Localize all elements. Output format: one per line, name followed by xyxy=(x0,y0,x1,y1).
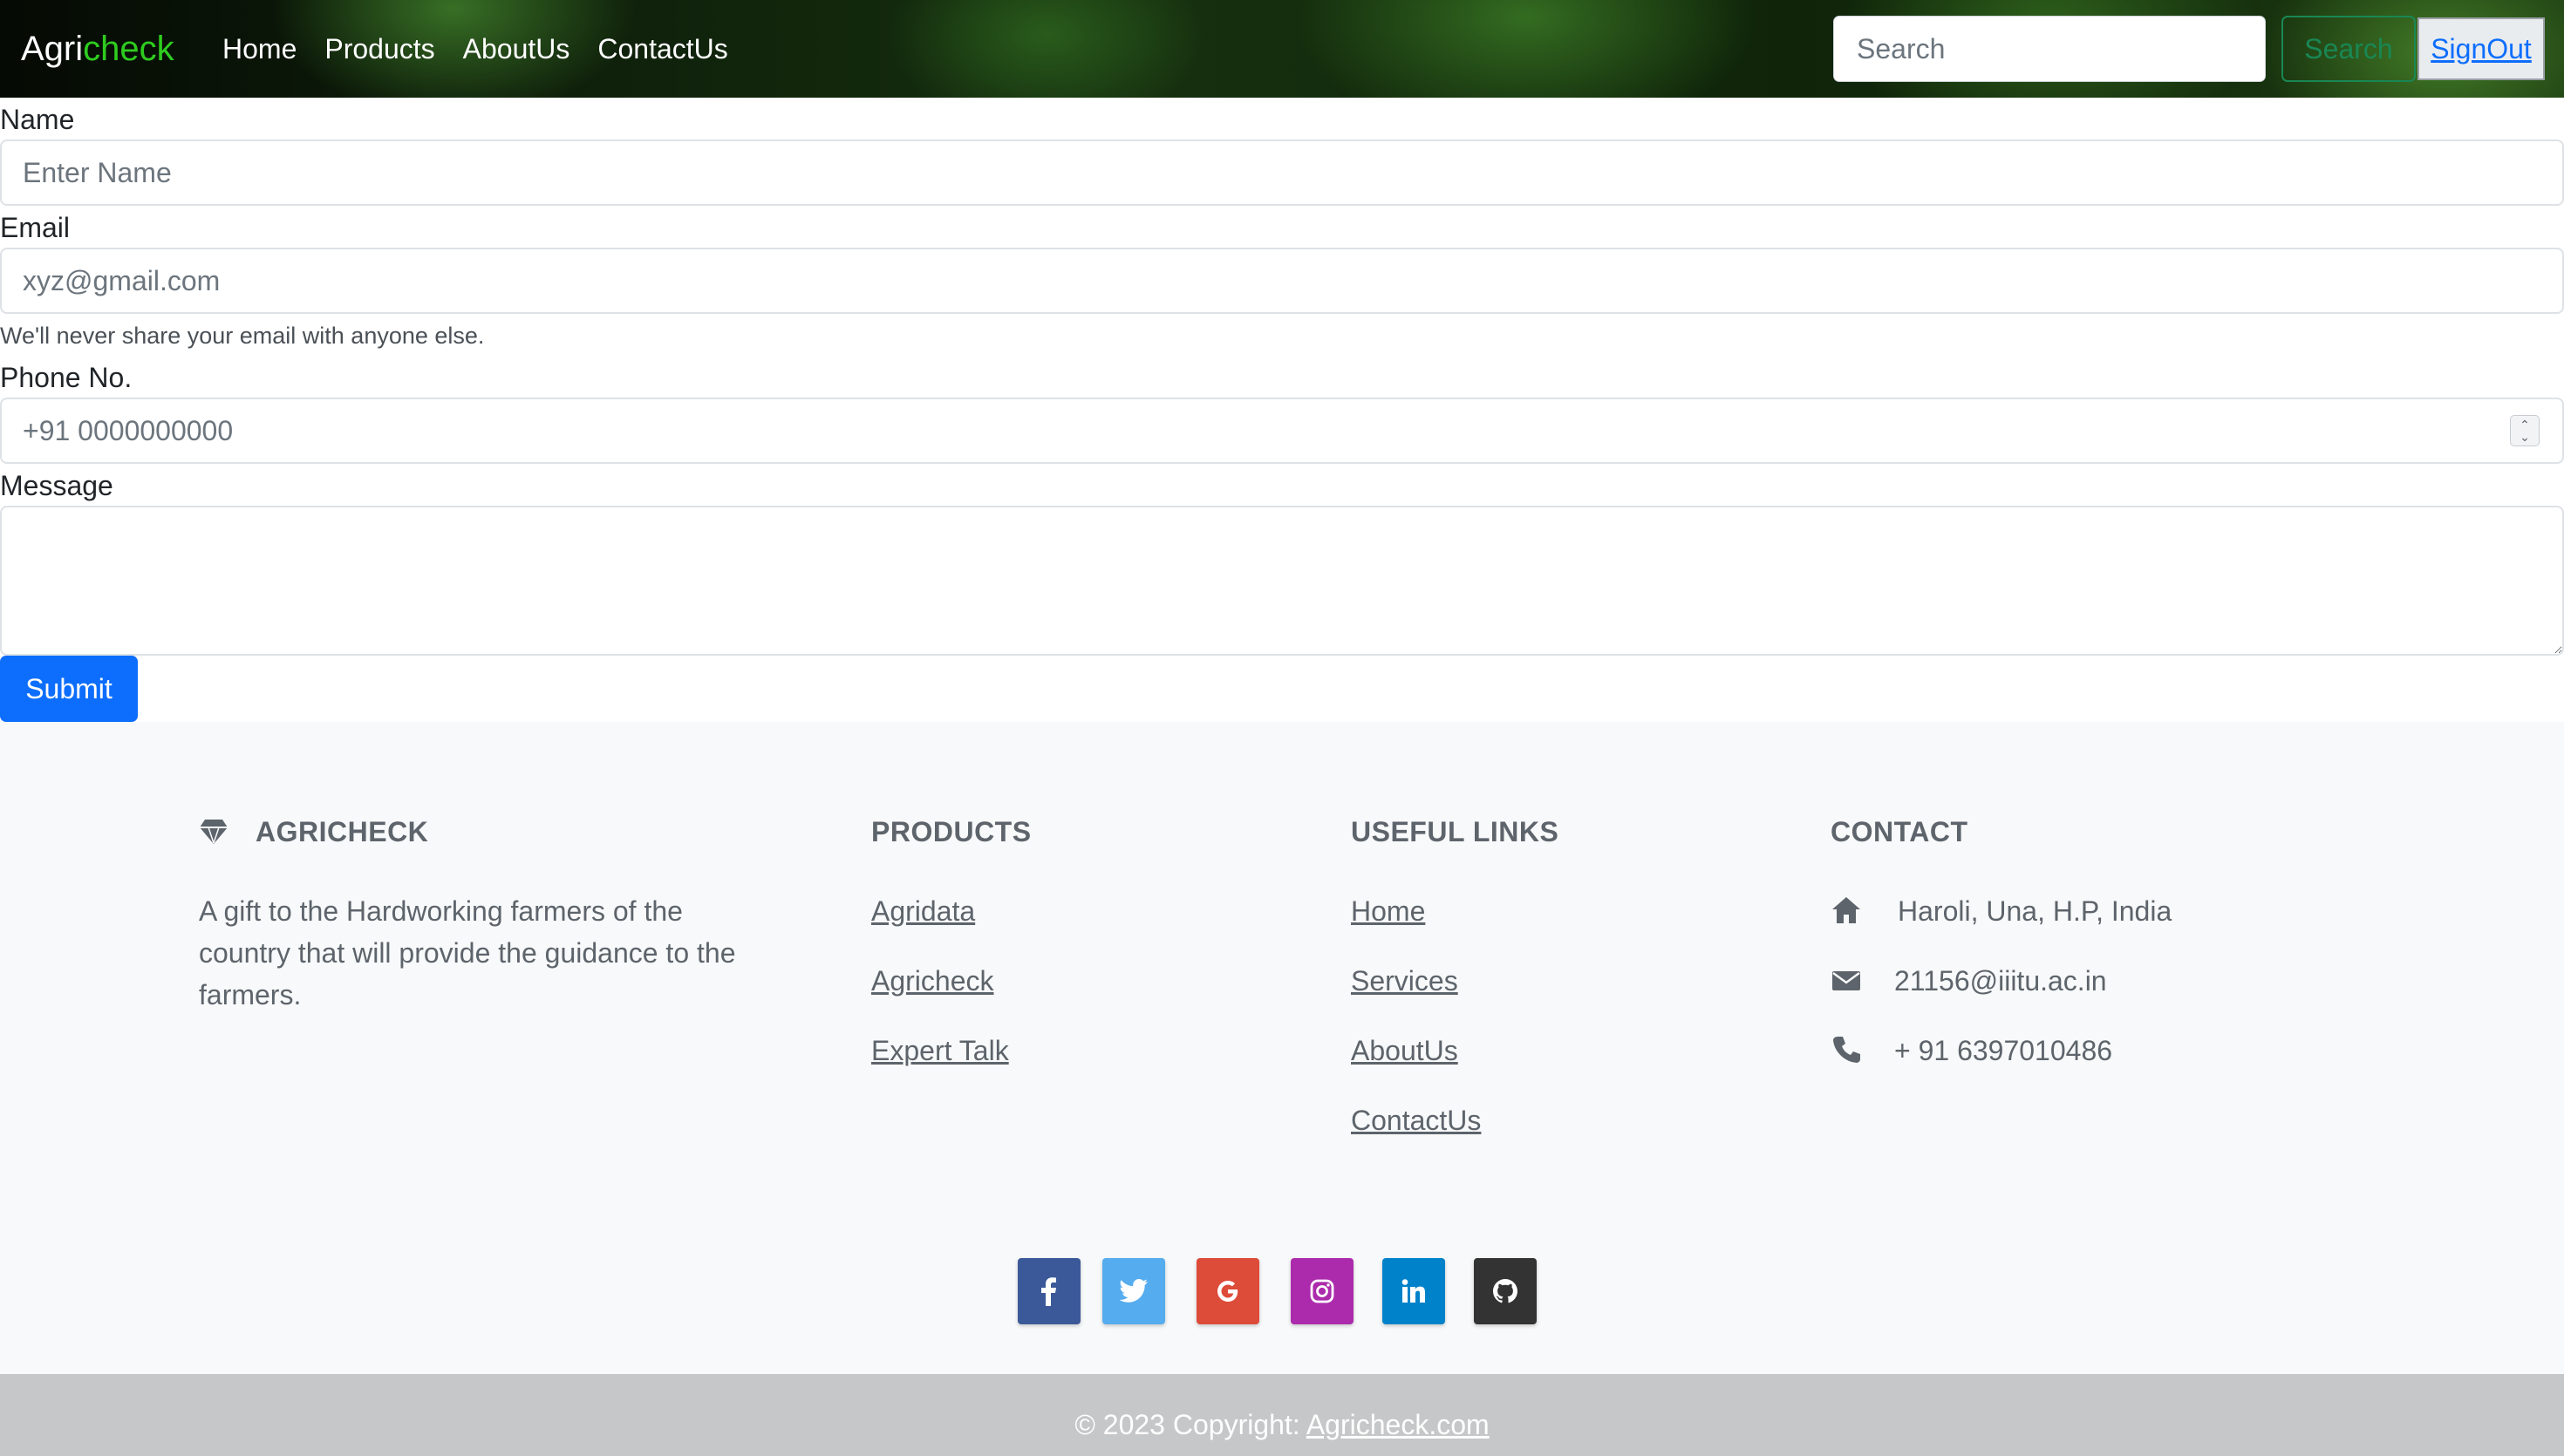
nav-link-aboutus[interactable]: AboutUs xyxy=(463,30,570,68)
phone-field[interactable] xyxy=(0,398,2564,464)
google-icon xyxy=(1217,1281,1238,1302)
nav-link-contactus[interactable]: ContactUs xyxy=(597,30,727,68)
instagram-icon xyxy=(1310,1279,1334,1303)
footer-link-aboutus[interactable]: AboutUs xyxy=(1351,1033,1458,1068)
brand-text: Agri xyxy=(21,30,84,68)
facebook-button[interactable] xyxy=(1018,1258,1081,1324)
facebook-icon xyxy=(1041,1277,1056,1306)
submit-button[interactable]: Submit xyxy=(0,656,138,722)
copyright-text: © 2023 Copyright: Agricheck.com xyxy=(0,1407,2564,1442)
name-field[interactable] xyxy=(0,139,2564,206)
github-icon xyxy=(1493,1279,1517,1303)
twitter-icon xyxy=(1119,1279,1148,1303)
email-help-text: We'll never share your email with anyone… xyxy=(0,323,485,349)
brand-accent-text: check xyxy=(83,30,174,68)
contact-phone: + 91 6397010486 xyxy=(1894,1035,2113,1066)
brand-logo[interactable]: Agricheck xyxy=(21,27,174,71)
copyright-link[interactable]: Agricheck.com xyxy=(1306,1409,1490,1440)
footer-brand-description: A gift to the Hardworking farmers of the… xyxy=(199,895,736,1010)
search-button[interactable]: Search xyxy=(2281,16,2416,82)
nav-link-products[interactable]: Products xyxy=(324,30,434,68)
navbar: Agricheck Home Products AboutUs ContactU… xyxy=(0,0,2564,98)
email-field[interactable] xyxy=(0,248,2564,314)
phone-icon xyxy=(1833,1037,1860,1063)
chevron-up-icon: ⌃ xyxy=(2520,418,2530,432)
google-button[interactable] xyxy=(1197,1258,1259,1324)
linkedin-icon xyxy=(1401,1279,1425,1303)
footer-contact-heading: CONTACT xyxy=(1831,816,1968,847)
nav-links: Home Products AboutUs ContactUs xyxy=(222,30,756,68)
message-field[interactable] xyxy=(0,506,2564,656)
footer-brand-heading: AGRICHECK xyxy=(256,816,429,847)
email-label: Email xyxy=(0,212,71,243)
copyright-prefix: © 2023 Copyright: xyxy=(1074,1409,1306,1440)
search-input[interactable] xyxy=(1833,16,2266,82)
footer-product-agricheck[interactable]: Agricheck xyxy=(871,963,994,998)
linkedin-button[interactable] xyxy=(1382,1258,1445,1324)
footer-product-expert-talk[interactable]: Expert Talk xyxy=(871,1033,1009,1068)
home-icon xyxy=(1832,897,1860,923)
signout-button[interactable]: SignOut xyxy=(2417,17,2545,80)
github-button[interactable] xyxy=(1474,1258,1537,1324)
contact-email: 21156@iiitu.ac.in xyxy=(1894,965,2107,997)
footer-links-heading: USEFUL LINKS xyxy=(1351,816,1559,847)
envelope-icon xyxy=(1832,971,1860,990)
footer-products-heading: PRODUCTS xyxy=(871,816,1032,847)
footer-link-services[interactable]: Services xyxy=(1351,963,1458,998)
message-label: Message xyxy=(0,470,113,501)
footer-link-contactus[interactable]: ContactUs xyxy=(1351,1103,1481,1138)
gem-icon xyxy=(200,820,228,844)
phone-label: Phone No. xyxy=(0,362,133,393)
twitter-button[interactable] xyxy=(1102,1258,1165,1324)
instagram-button[interactable] xyxy=(1291,1258,1354,1324)
footer-product-agridata[interactable]: Agridata xyxy=(871,894,975,929)
contact-address: Haroli, Una, H.P, India xyxy=(1898,895,2172,927)
name-label: Name xyxy=(0,104,75,135)
phone-stepper[interactable]: ⌃ ⌄ xyxy=(2510,415,2540,446)
nav-link-home[interactable]: Home xyxy=(222,30,297,68)
footer-link-home[interactable]: Home xyxy=(1351,894,1425,929)
chevron-down-icon: ⌄ xyxy=(2520,430,2530,444)
